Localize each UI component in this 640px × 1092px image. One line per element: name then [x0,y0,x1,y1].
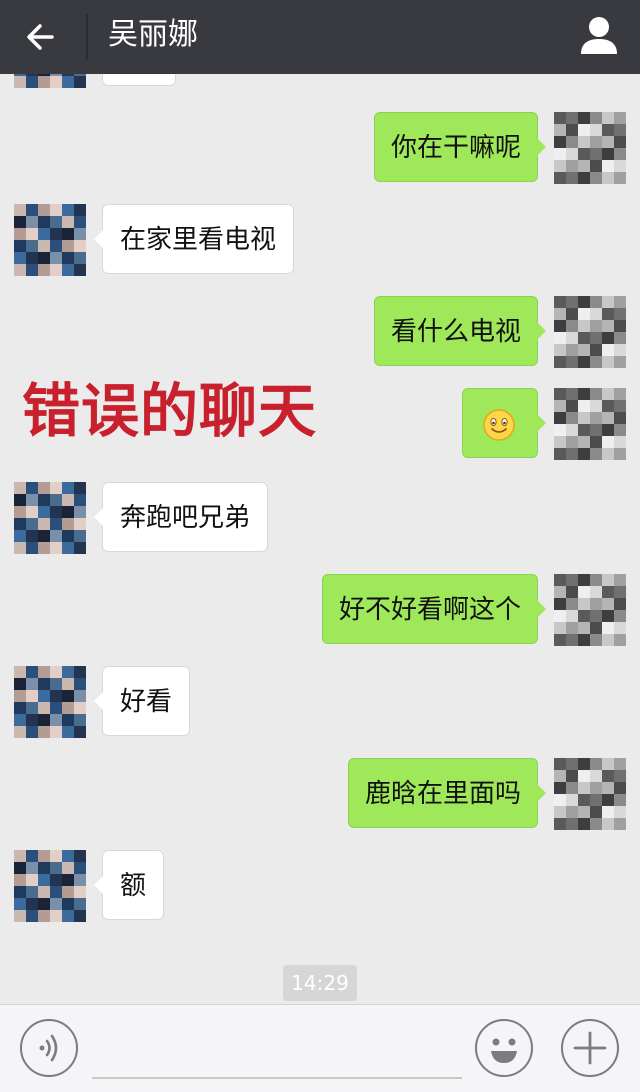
time-stamp: 14:29 [283,965,357,1001]
contact-name: 吴丽娜 [108,17,198,52]
contact-avatar[interactable] [14,850,86,922]
message-input[interactable] [92,1023,462,1079]
message-outgoing[interactable]: 好不好看啊这个 [321,574,547,644]
contact-avatar[interactable] [14,666,86,738]
plus-icon [573,1031,607,1065]
message-incoming[interactable]: 好看 [93,666,191,736]
emoji-icon [491,1038,517,1063]
voice-button[interactable] [20,1019,78,1077]
user-icon [581,17,617,54]
arrow-left-icon [27,24,54,50]
my-avatar[interactable] [554,388,626,460]
message-outgoing[interactable]: 你在干嘛呢 [373,112,547,182]
chat-header: 吴丽娜 [0,0,640,74]
my-avatar[interactable] [554,574,626,646]
contact-avatar[interactable] [14,204,86,276]
my-avatar[interactable] [554,296,626,368]
voice-icon [39,1034,58,1062]
message-incoming[interactable]: 奔跑吧兄弟 [93,482,269,552]
header-divider [86,14,88,60]
message-incoming[interactable]: 在家里看电视 [93,204,295,274]
input-bar [0,1004,640,1092]
chat-messages[interactable]: 你在干嘛呢 在家里看电视 看什么电视 错误的聊天 奔跑吧兄弟 好不好看啊这个 好… [0,74,640,1004]
back-button[interactable] [18,12,70,62]
more-button[interactable] [561,1019,619,1077]
watermark-text: 错误的聊天 [22,364,318,448]
message-outgoing[interactable]: 看什么电视 [373,296,547,366]
contact-avatar[interactable] [14,482,86,554]
message-incoming[interactable]: 额 [93,850,165,920]
smile-emoji-icon [482,408,516,442]
emoji-button[interactable] [475,1019,533,1077]
message-outgoing-emoji[interactable] [462,388,546,458]
message-incoming[interactable] [102,74,176,86]
my-avatar[interactable] [554,758,626,830]
contact-avatar[interactable] [14,74,86,88]
profile-button[interactable] [576,12,622,60]
message-outgoing[interactable]: 鹿晗在里面吗 [347,758,547,828]
my-avatar[interactable] [554,112,626,184]
